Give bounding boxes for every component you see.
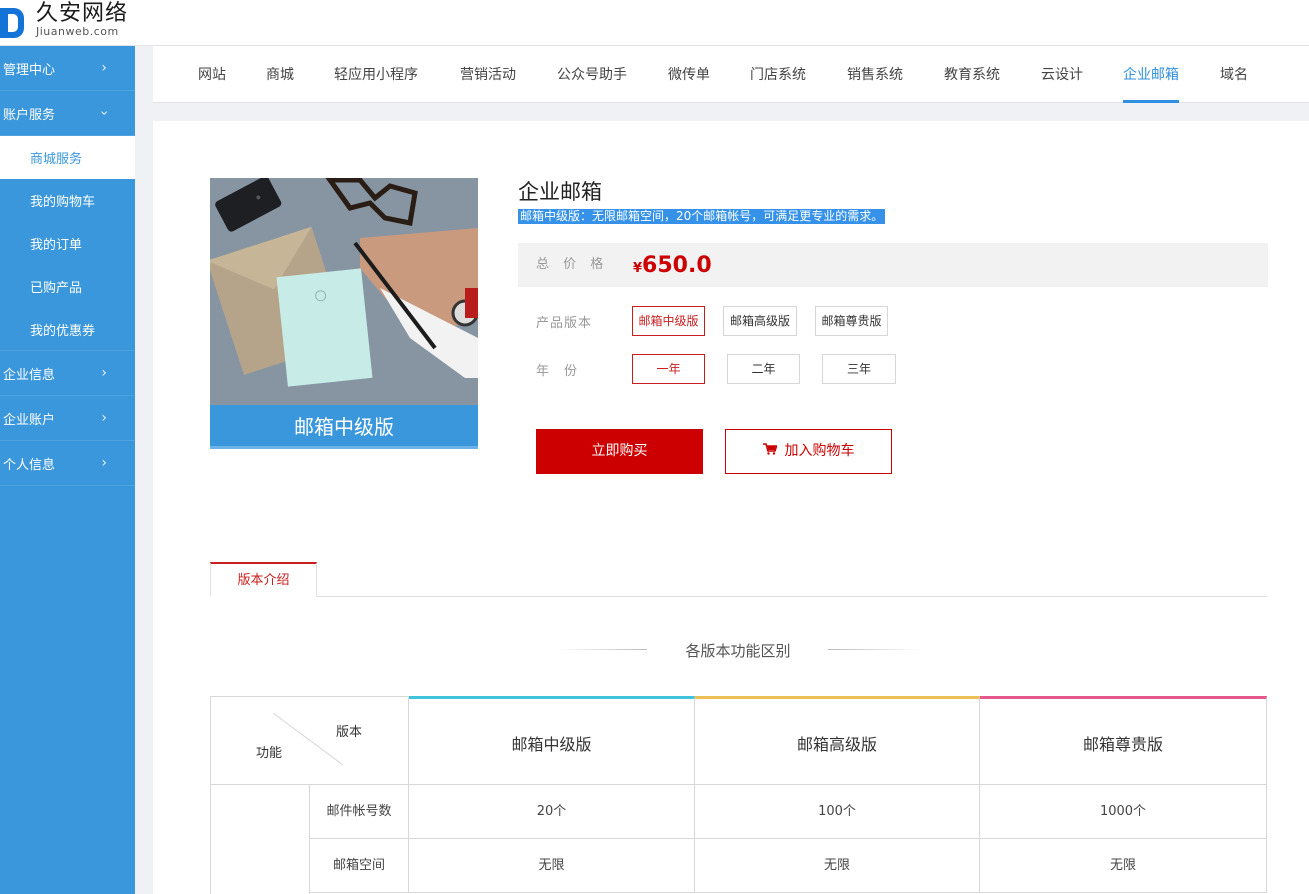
- main-panel: 邮箱中级版 企业邮箱 邮箱中级版：无限邮箱空间，20个邮箱帐号，可满足更专业的需…: [153, 121, 1309, 894]
- price-value: ¥650.0: [633, 243, 712, 292]
- top-bar: 久安网络 Jiuanweb.com: [0, 0, 1309, 46]
- price-amount: 650.0: [642, 253, 712, 278]
- table-cell: 100个: [695, 785, 980, 839]
- sidebar-sub-mall-service[interactable]: 商城服务: [0, 136, 135, 179]
- column-header-mid: 邮箱中级版: [409, 696, 695, 785]
- table-cell: 20个: [409, 785, 695, 839]
- sidebar-item-label: 个人信息: [3, 457, 56, 473]
- feature-group-cell: [210, 785, 310, 894]
- sidebar-item-company-info[interactable]: 企业信息 ›: [0, 351, 135, 396]
- sidebar-item-account-service[interactable]: 账户服务 ›: [0, 91, 135, 136]
- tab-education-system[interactable]: 教育系统: [944, 46, 1000, 103]
- tab-enterprise-mail[interactable]: 企业邮箱: [1123, 46, 1179, 103]
- table-cell: 无限: [980, 839, 1267, 893]
- product-title: 企业邮箱: [518, 180, 602, 204]
- brand-domain: Jiuanweb.com: [36, 25, 119, 38]
- tab-store-system[interactable]: 门店系统: [750, 46, 806, 103]
- year-option-three[interactable]: 三年: [822, 354, 896, 384]
- tab-micro-flyer[interactable]: 微传单: [668, 46, 710, 103]
- price-row: 总 价 格 ¥650.0: [518, 243, 1268, 287]
- chevron-right-icon: ›: [101, 455, 107, 471]
- sidebar-sub-coupons[interactable]: 我的优惠券: [0, 308, 135, 351]
- tab-sales-system[interactable]: 销售系统: [847, 46, 903, 103]
- chevron-down-icon: ›: [96, 110, 113, 116]
- tab-version-intro[interactable]: 版本介绍: [210, 562, 317, 597]
- price-label: 总 价 格: [536, 257, 609, 272]
- version-option-premium[interactable]: 邮箱尊贵版: [815, 306, 888, 336]
- sidebar-item-personal-info[interactable]: 个人信息 ›: [0, 441, 135, 486]
- product-image: 邮箱中级版: [210, 178, 478, 449]
- sidebar-sub-cart[interactable]: 我的购物车: [0, 179, 135, 222]
- sidebar-item-label: 账户服务: [3, 107, 56, 123]
- table-corner-header: 版本 功能: [210, 696, 409, 785]
- column-header-advanced: 邮箱高级版: [695, 696, 980, 785]
- version-label: 产品版本: [536, 316, 593, 331]
- brand-logo[interactable]: 久安网络 Jiuanweb.com: [0, 2, 128, 40]
- sidebar: 管理中心 › 账户服务 › 商城服务 我的购物车 我的订单 已购产品 我的优惠券…: [0, 46, 135, 894]
- product-nav: 网站 商城 轻应用小程序 营销活动 公众号助手 微传单 门店系统 销售系统 教育…: [153, 46, 1309, 103]
- logo-mark-icon: [0, 2, 28, 40]
- sidebar-item-management[interactable]: 管理中心 ›: [0, 46, 135, 91]
- sidebar-sub-orders[interactable]: 我的订单: [0, 222, 135, 265]
- sidebar-item-label: 企业信息: [3, 367, 56, 383]
- table-cell: 1000个: [980, 785, 1267, 839]
- sidebar-item-label: 管理中心: [3, 62, 56, 78]
- corner-feature-label: 功能: [256, 746, 283, 761]
- buy-now-button[interactable]: 立即购买: [536, 429, 703, 474]
- sidebar-sub-purchased[interactable]: 已购产品: [0, 265, 135, 308]
- tab-official-account[interactable]: 公众号助手: [557, 46, 627, 103]
- corner-version-label: 版本: [336, 725, 363, 740]
- year-option-two[interactable]: 二年: [727, 354, 800, 384]
- year-label: 年 份: [536, 364, 579, 379]
- add-to-cart-button[interactable]: 加入购物车: [725, 429, 892, 474]
- section-tabs: 版本介绍: [210, 562, 1267, 597]
- tab-marketing[interactable]: 营销活动: [460, 46, 516, 103]
- product-image-caption: 邮箱中级版: [210, 405, 478, 449]
- comparison-title: 各版本功能区别: [685, 642, 791, 660]
- version-option-mid[interactable]: 邮箱中级版: [632, 306, 705, 336]
- brand-name: 久安网络: [36, 1, 129, 26]
- chevron-right-icon: ›: [101, 365, 107, 381]
- divider-line-right: [828, 649, 923, 650]
- chevron-right-icon: ›: [101, 60, 107, 76]
- tab-website[interactable]: 网站: [198, 46, 226, 103]
- chevron-right-icon: ›: [101, 410, 107, 426]
- table-cell: 无限: [695, 839, 980, 893]
- product-description: 邮箱中级版：无限邮箱空间，20个邮箱帐号，可满足更专业的需求。: [518, 209, 886, 224]
- tab-mini-program[interactable]: 轻应用小程序: [334, 46, 418, 103]
- shopping-cart-icon: [762, 430, 778, 473]
- sidebar-item-label: 企业账户: [3, 412, 56, 428]
- feature-name-cell: 邮件帐号数: [310, 785, 409, 839]
- corner-diagonal-line: [272, 712, 344, 766]
- tab-domain[interactable]: 域名: [1220, 46, 1248, 103]
- feature-name-cell: 邮箱空间: [310, 839, 409, 893]
- column-header-premium: 邮箱尊贵版: [980, 696, 1267, 785]
- version-option-advanced[interactable]: 邮箱高级版: [723, 306, 797, 336]
- add-to-cart-label: 加入购物车: [784, 443, 855, 459]
- table-cell: 无限: [409, 839, 695, 893]
- tab-mall[interactable]: 商城: [266, 46, 294, 103]
- tab-cloud-design[interactable]: 云设计: [1041, 46, 1083, 103]
- sidebar-item-company-account[interactable]: 企业账户 ›: [0, 396, 135, 441]
- year-option-one[interactable]: 一年: [632, 354, 705, 384]
- currency-symbol: ¥: [633, 261, 643, 276]
